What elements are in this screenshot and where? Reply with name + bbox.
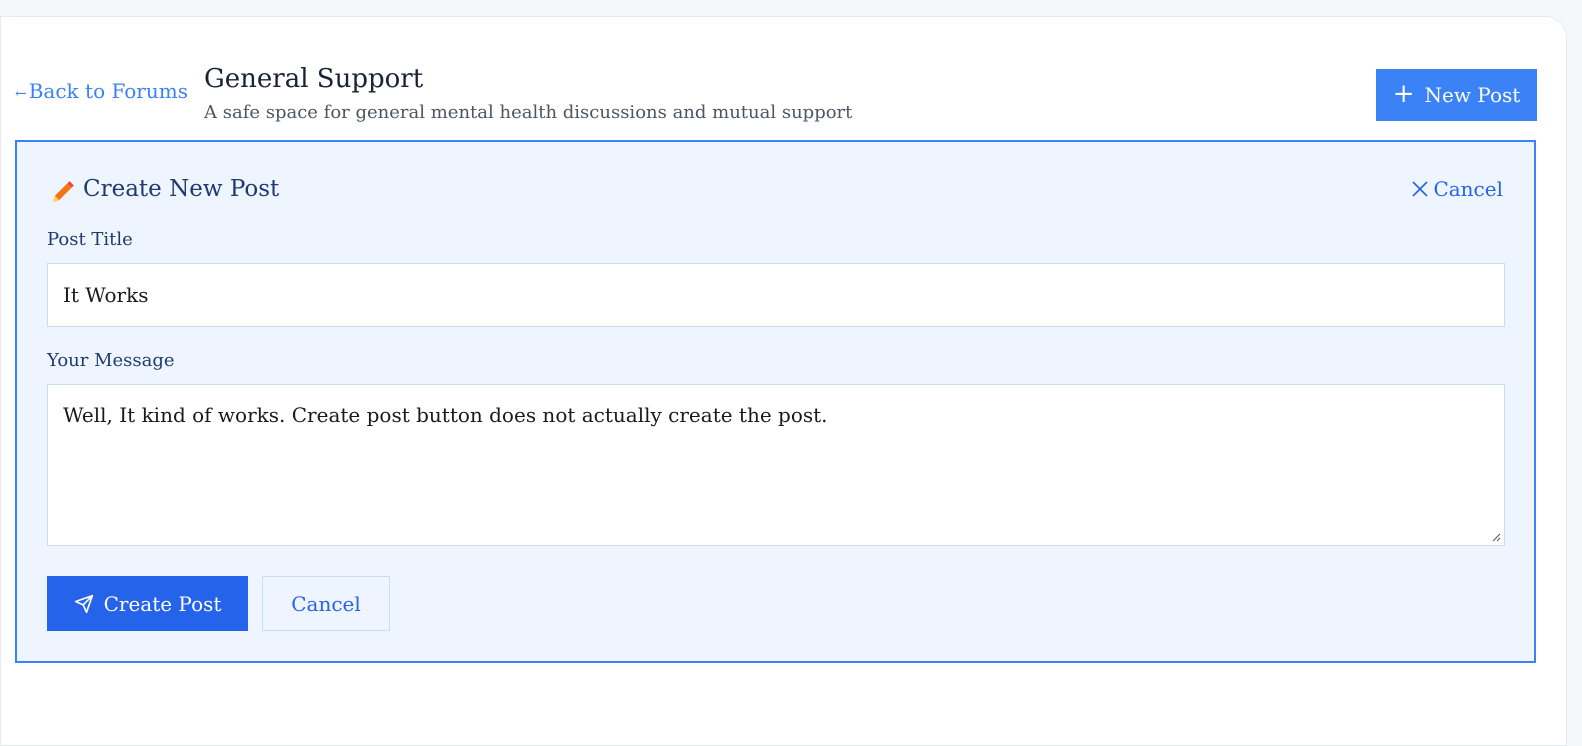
post-title-label: Post Title [47, 229, 133, 250]
new-post-label: New Post [1424, 83, 1521, 107]
cancel-form-link[interactable]: Cancel [1411, 177, 1503, 201]
back-arrow-icon: ← [15, 86, 27, 102]
message-text: Well, It kind of works. Create post butt… [63, 403, 828, 427]
message-label: Your Message [47, 350, 175, 371]
message-textarea[interactable]: Well, It kind of works. Create post butt… [47, 384, 1505, 546]
create-post-label: Create Post [103, 591, 222, 616]
cancel-top-label: Cancel [1433, 177, 1503, 201]
cancel-button[interactable]: Cancel [262, 576, 390, 631]
new-post-button[interactable]: + New Post [1376, 69, 1537, 121]
send-icon [74, 594, 93, 613]
create-post-button[interactable]: Create Post [47, 576, 248, 631]
plus-icon: + [1392, 78, 1415, 109]
form-heading: Create New Post [83, 176, 280, 202]
back-link-label: Back to Forums [28, 79, 188, 103]
pencil-icon [53, 181, 74, 202]
create-post-form: Create New Post Cancel Post Title It Wor… [15, 140, 1536, 663]
close-icon [1412, 181, 1429, 197]
post-title-input[interactable]: It Works [47, 263, 1505, 327]
forum-title: General Support [204, 64, 424, 94]
forum-subtitle: A safe space for general mental health d… [204, 102, 853, 123]
back-to-forums-link[interactable]: ← Back to Forums [15, 79, 188, 103]
resize-handle-icon[interactable] [1491, 532, 1501, 542]
